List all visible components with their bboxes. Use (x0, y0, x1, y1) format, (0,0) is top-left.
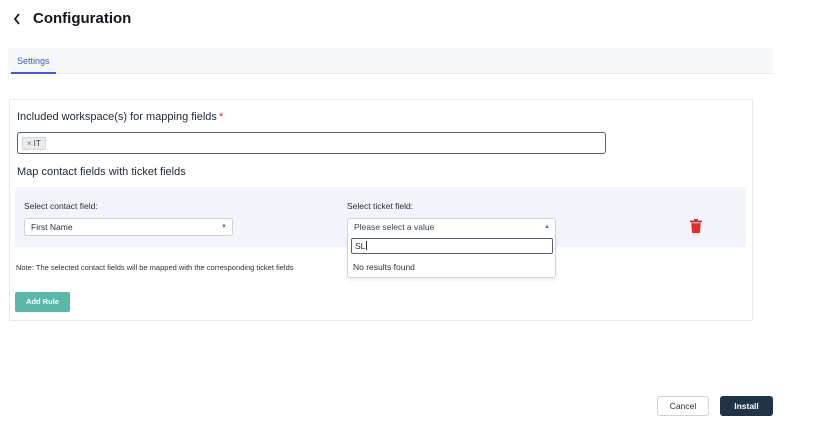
ticket-field-dropdown: SL No results found (347, 235, 556, 278)
contact-field-select[interactable]: First Name ▼ (24, 218, 233, 236)
chip-label: IT (33, 139, 41, 148)
ticket-field-select[interactable]: Please select a value ▲ (347, 218, 556, 236)
trash-icon (690, 219, 702, 233)
workspaces-label: Included workspace(s) for mapping fields… (17, 111, 223, 123)
required-mark: * (218, 111, 224, 123)
delete-rule-button[interactable] (689, 218, 703, 234)
ticket-field-label: Select ticket field: (347, 201, 414, 211)
contact-field-label: Select contact field: (24, 201, 98, 211)
page-title: Configuration (33, 10, 132, 27)
mapping-note: Note: The selected contact fields will b… (16, 263, 294, 272)
chip-remove-icon[interactable]: × (27, 138, 32, 149)
install-button[interactable]: Install (720, 396, 773, 416)
chevron-left-icon (13, 13, 20, 25)
caret-up-icon: ▲ (544, 224, 550, 230)
workspaces-label-text: Included workspace(s) for mapping fields (17, 111, 217, 123)
dropdown-empty-message: No results found (353, 262, 415, 272)
add-rule-button[interactable]: Add Rule (15, 292, 70, 312)
cancel-button[interactable]: Cancel (657, 396, 709, 416)
caret-down-icon: ▼ (221, 224, 227, 230)
map-fields-heading: Map contact fields with ticket fields (17, 166, 186, 178)
tab-settings[interactable]: Settings (11, 48, 56, 74)
back-button[interactable] (10, 10, 24, 28)
workspace-chip: × IT (22, 137, 46, 150)
workspace-multiselect[interactable]: × IT (17, 132, 606, 154)
tabs-bar: Settings (8, 48, 773, 74)
contact-field-value: First Name (31, 222, 73, 232)
dropdown-search-input[interactable]: SL (351, 238, 553, 254)
ticket-field-placeholder: Please select a value (354, 222, 435, 232)
page-header: Configuration (0, 0, 818, 40)
